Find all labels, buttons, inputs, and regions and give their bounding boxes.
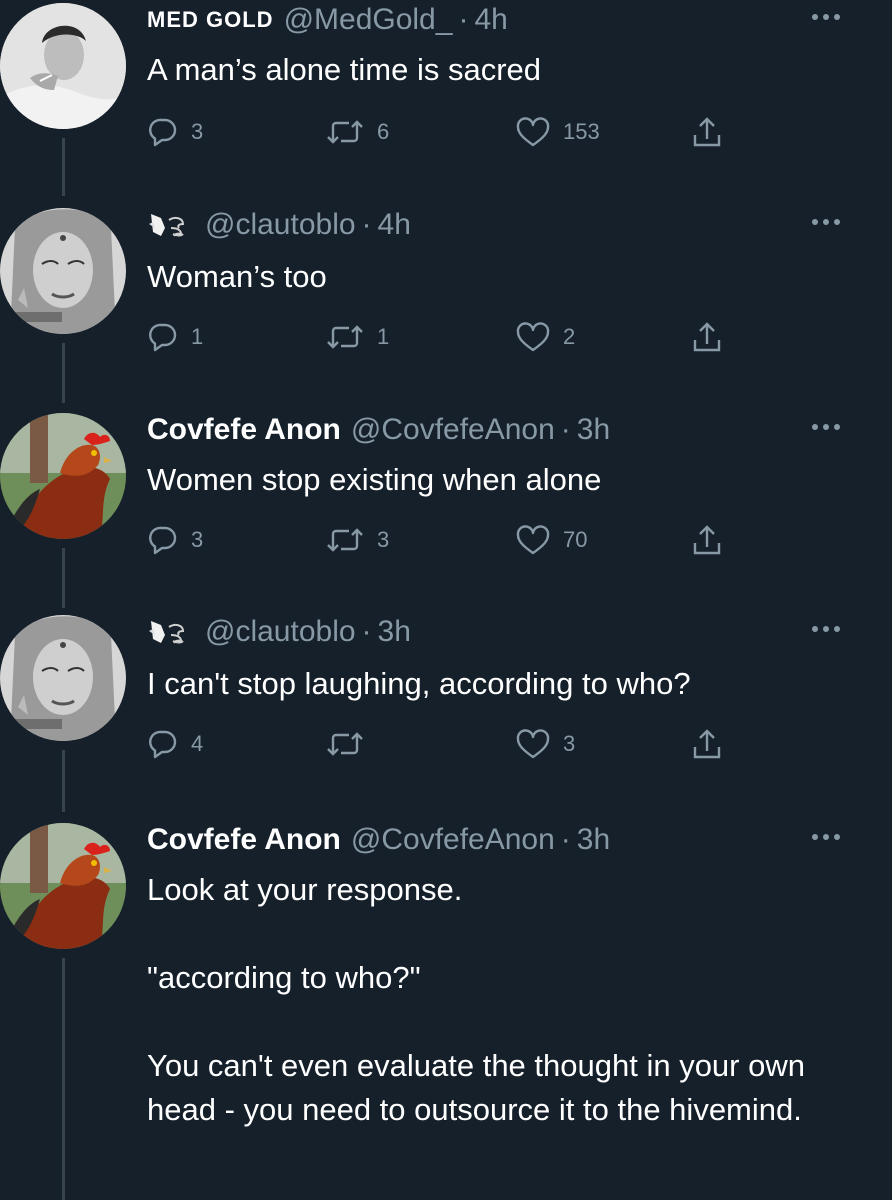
display-name[interactable]: Covfefe Anon [147, 413, 341, 447]
thread-connector-line [62, 343, 65, 403]
avatar[interactable] [0, 413, 126, 539]
reply-count: 3 [191, 119, 204, 144]
tweet-text: I can't stop laughing, according to who? [147, 666, 691, 701]
avatar[interactable] [0, 823, 126, 949]
tweet-header: Covfefe Anon @CovfefeAnon · 3h [147, 410, 610, 450]
retweet-icon [325, 728, 365, 760]
more-options-icon[interactable] [812, 830, 852, 844]
like-icon [515, 321, 551, 353]
share-icon [691, 523, 723, 557]
separator-dot: · [361, 615, 372, 648]
more-options-icon[interactable] [812, 215, 852, 229]
display-name[interactable]: Covfefe Anon [147, 823, 341, 857]
reply-icon [147, 728, 179, 760]
pointing-hand-emoji [147, 617, 193, 647]
share-icon [691, 115, 723, 149]
retweet-count: 6 [377, 119, 390, 144]
like-button[interactable]: 3 [515, 724, 575, 764]
retweet-button[interactable]: 1 [325, 317, 389, 357]
thread-connector-line [62, 548, 65, 608]
more-options-icon[interactable] [812, 420, 852, 434]
reply-count: 4 [191, 731, 204, 756]
like-count: 70 [563, 527, 588, 552]
share-button[interactable] [691, 317, 723, 357]
tweet-text: A man’s alone time is sacred [147, 52, 542, 87]
tweet-header: @clautoblo · 3h [147, 612, 411, 652]
avatar[interactable] [0, 3, 126, 129]
tweet-text: Woman’s too [147, 259, 327, 294]
retweet-count: 1 [377, 324, 390, 349]
like-count: 3 [563, 731, 576, 756]
username[interactable]: @CovfefeAnon [351, 413, 555, 447]
retweet-icon [325, 321, 365, 353]
username[interactable]: @CovfefeAnon [351, 823, 555, 857]
retweet-button[interactable]: 3 [325, 520, 389, 560]
tweet-header: Covfefe Anon @CovfefeAnon · 3h [147, 820, 610, 860]
tweet-header: @clautoblo · 4h [147, 205, 411, 245]
tweet-actions: 3 3 70 [147, 520, 767, 560]
share-icon [691, 320, 723, 354]
like-button[interactable]: 2 [515, 317, 575, 357]
share-button[interactable] [691, 112, 723, 152]
like-button[interactable]: 153 [515, 112, 600, 152]
reply-icon [147, 524, 179, 556]
reply-button[interactable]: 3 [147, 520, 203, 560]
timestamp[interactable]: 3h [378, 615, 411, 649]
like-icon [515, 728, 551, 760]
reply-icon [147, 321, 179, 353]
retweet-count: 3 [377, 527, 390, 552]
like-icon [515, 524, 551, 556]
more-options-icon[interactable] [812, 10, 852, 24]
retweet-button[interactable] [325, 724, 377, 764]
pointing-hand-emoji [147, 210, 193, 240]
like-count: 2 [563, 324, 576, 349]
tweet-actions: 4 3 [147, 724, 767, 764]
display-name[interactable]: MED GOLD [147, 7, 274, 33]
username[interactable]: @MedGold_ [284, 3, 453, 37]
retweet-button[interactable]: 6 [325, 112, 389, 152]
avatar[interactable] [0, 615, 126, 741]
more-options-icon[interactable] [812, 622, 852, 636]
retweet-icon [325, 116, 365, 148]
share-icon [691, 727, 723, 761]
timestamp[interactable]: 3h [577, 413, 610, 447]
like-icon [515, 116, 551, 148]
tweet-text: Women stop existing when alone [147, 462, 602, 497]
reply-button[interactable]: 4 [147, 724, 203, 764]
rooster-avatar-image [0, 413, 126, 539]
tweet-header: MED GOLD @MedGold_ · 4h [147, 0, 508, 40]
like-button[interactable]: 70 [515, 520, 587, 560]
username[interactable]: @clautoblo [205, 615, 356, 649]
reply-count: 1 [191, 324, 204, 349]
separator-dot: · [458, 3, 469, 36]
avatar[interactable] [0, 208, 126, 334]
reply-icon [147, 116, 179, 148]
reply-count: 3 [191, 527, 204, 552]
reply-button[interactable]: 3 [147, 112, 203, 152]
woman-drawing-avatar-image [0, 615, 126, 741]
share-button[interactable] [691, 520, 723, 560]
share-button[interactable] [691, 724, 723, 764]
tweet-actions: 3 6 153 [147, 112, 767, 152]
thread-connector-line [62, 958, 65, 1200]
tweet-actions: 1 1 2 [147, 317, 767, 357]
timestamp[interactable]: 4h [474, 3, 507, 37]
rooster-avatar-image [0, 823, 126, 949]
timestamp[interactable]: 4h [378, 208, 411, 242]
conversation-thread: MED GOLD @MedGold_ · 4h A man’s alone ti… [0, 0, 892, 1200]
thread-connector-line [62, 750, 65, 812]
like-count: 153 [563, 119, 600, 144]
man-smoking-avatar-image [0, 3, 126, 129]
separator-dot: · [560, 413, 571, 446]
retweet-icon [325, 524, 365, 556]
thread-connector-line [62, 138, 65, 196]
separator-dot: · [361, 208, 372, 241]
timestamp[interactable]: 3h [577, 823, 610, 857]
tweet-text: Look at your response. "according to who… [147, 872, 805, 1127]
username[interactable]: @clautoblo [205, 208, 356, 242]
woman-drawing-avatar-image [0, 208, 126, 334]
separator-dot: · [560, 823, 571, 856]
reply-button[interactable]: 1 [147, 317, 203, 357]
